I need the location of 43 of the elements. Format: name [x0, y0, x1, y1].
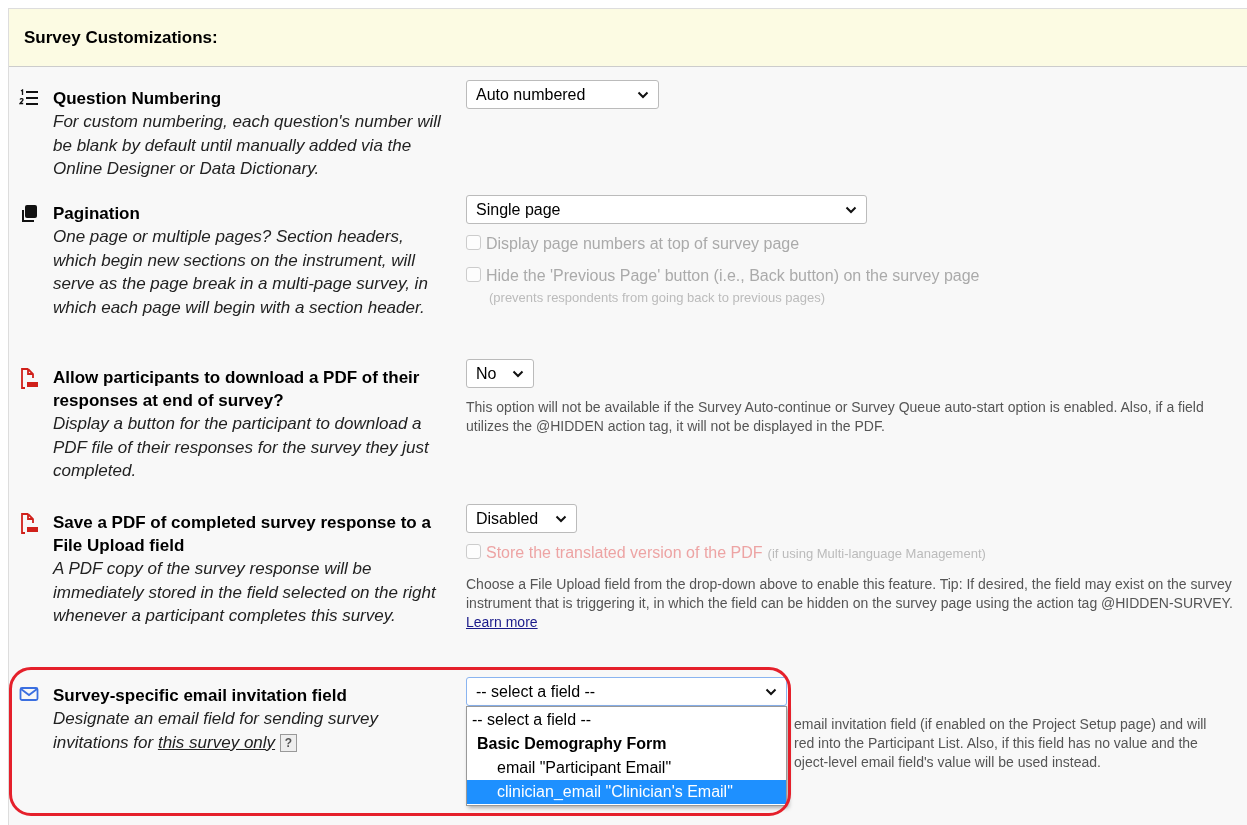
chevron-icon: [512, 369, 524, 378]
checkbox[interactable]: [466, 235, 481, 250]
checkbox-label: Store the translated version of the PDF: [486, 544, 763, 561]
setting-title: Save a PDF of completed survey response to a File Upload field: [53, 512, 432, 557]
setting-description: Display a button for the participant to download a PDF file of their responses for the survey they just completed.: [53, 413, 431, 482]
setting-description: Designate an email field for sending survey invitations for this survey only ?: [53, 708, 380, 754]
dropdown-option[interactable]: -- select a field --: [467, 708, 786, 732]
setting-note-line: red into the Participant List. Also, if this field has no value and the: [794, 734, 1199, 753]
dropdown-option[interactable]: email "Participant Email": [467, 756, 786, 780]
setting-title: Pagination: [53, 203, 141, 225]
checkbox-label: Hide the 'Previous Page' button (i.e., Back button) on the survey page: [486, 267, 980, 284]
chevron-icon: [637, 90, 649, 99]
option-group-label: Basic Demography Form: [476, 734, 668, 754]
setting-note: Choose a File Upload field from the drop-down above to enable this feature. Tip: If desired, the field may exist on the survey instrument that is triggering it, in which the field can be hidden on the survey page using the action tag @HIDDEN-SURVEY. Learn more: [466, 575, 1234, 632]
setting-note-line: oject-level email field's value will be used instead.: [794, 753, 1102, 772]
checkbox[interactable]: [466, 544, 481, 559]
learn-more-link[interactable]: Learn more: [466, 614, 538, 630]
setting-title: Allow participants to download a PDF of their responses at end of survey?: [53, 367, 421, 412]
chevron-icon: [765, 687, 777, 696]
info-link[interactable]: this survey only: [157, 732, 276, 752]
setting-description: One page or multiple pages? Section headers, which begin new sections on the instrument, will serve as the page break in a multi-page survey, in which each page will begin with a section header.: [53, 226, 429, 319]
checkbox-label: Display page numbers at top of survey page: [486, 235, 800, 252]
checkbox-note: (if using Multi-language Management): [767, 546, 986, 561]
help-button[interactable]: ?: [279, 734, 298, 752]
select-field[interactable]: No: [466, 359, 534, 388]
select-field[interactable]: -- select a field --: [466, 677, 787, 706]
pdf-file-icon: [19, 513, 39, 533]
select-field[interactable]: Auto numbered: [466, 80, 659, 109]
select-field[interactable]: Disabled: [466, 504, 577, 533]
setting-description: A PDF copy of the survey response will be immediately stored in the field selected on the right whenever a participant completes this survey.: [53, 558, 438, 627]
checkbox-note: (prevents respondents from going back to previous pages): [488, 289, 827, 307]
checkbox[interactable]: [466, 267, 481, 282]
section-title: Survey Customizations:: [24, 26, 218, 49]
select-field[interactable]: Single page: [466, 195, 867, 224]
pdf-file-icon: [19, 368, 39, 388]
setting-note: This option will not be available if the Survey Auto-continue or Survey Queue auto-start option is enabled. Also, if a field utilizes the @HIDDEN action tag, it will not be displayed in the PDF.: [466, 398, 1205, 436]
setting-description: For custom numbering, each question's number will be blank by default until manually added via the Online Designer or Data Dictionary.: [53, 111, 442, 180]
chevron-icon: [845, 205, 857, 214]
setting-title: Survey-specific email invitation field: [53, 685, 348, 707]
setting-title: Question Numbering: [53, 88, 223, 110]
setting-note-line: email invitation field (if enabled on the Project Setup page) and will: [794, 715, 1208, 734]
chevron-icon: [555, 514, 567, 523]
pages-icon: [19, 204, 39, 224]
